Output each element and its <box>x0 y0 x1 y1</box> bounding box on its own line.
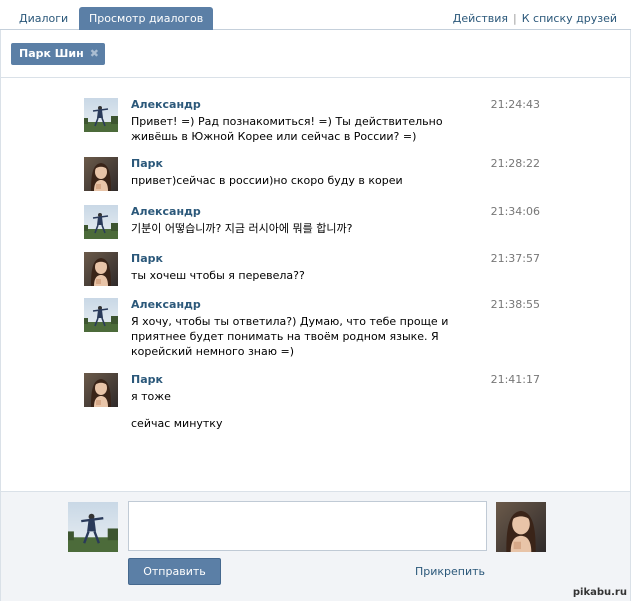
top-links: Действия | К списку друзей <box>453 12 617 25</box>
woman-avatar[interactable] <box>84 373 118 407</box>
watermark: pikabu.ru <box>572 587 627 598</box>
message-item: Парк 21:41:17 я тоже сейчас минутку <box>84 373 544 435</box>
tab-bar: Диалоги Просмотр диалогов Действия | К спи… <box>0 0 631 30</box>
recipient-avatar[interactable] <box>496 502 546 552</box>
message-author[interactable]: Александр <box>131 298 201 311</box>
recipient-chip-label: Парк Шин <box>19 47 84 60</box>
woman-avatar[interactable] <box>84 157 118 191</box>
message-author[interactable]: Парк <box>131 252 163 265</box>
message-time: 21:37:57 <box>490 252 540 265</box>
man-avatar[interactable] <box>84 98 118 132</box>
message-item: Александр 21:38:55 Я хочу, чтобы ты отве… <box>84 298 544 358</box>
message-time: 21:24:43 <box>490 98 540 111</box>
recipient-chip[interactable]: Парк Шин ✖ <box>11 43 105 65</box>
message-time: 21:34:06 <box>490 205 540 218</box>
actions-link[interactable]: Действия <box>453 12 508 25</box>
message-text: сейчас минутку <box>131 417 223 430</box>
message-item: Парк 21:37:57 ты хочеш чтобы я перевела?… <box>84 252 544 286</box>
message-time: 21:28:22 <box>490 157 540 170</box>
tab-view-dialogs[interactable]: Просмотр диалогов <box>79 7 214 30</box>
message-text: я тоже <box>131 390 171 403</box>
message-author[interactable]: Александр <box>131 98 201 111</box>
man-avatar[interactable] <box>84 298 118 332</box>
woman-avatar[interactable] <box>84 252 118 286</box>
message-time: 21:38:55 <box>490 298 540 311</box>
message-item: Александр 21:24:43 Привет! =) Рад познак… <box>84 98 544 143</box>
message-author[interactable]: Парк <box>131 373 163 386</box>
man-avatar[interactable] <box>84 205 118 239</box>
message-text: Привет! =) Рад познакомиться! =) Ты дейс… <box>131 115 443 143</box>
message-author[interactable]: Парк <box>131 157 163 170</box>
message-text: Я хочу, чтобы ты ответила?) Думаю, что т… <box>131 315 449 358</box>
message-author[interactable]: Александр <box>131 205 201 218</box>
tab-dialogs[interactable]: Диалоги <box>10 7 77 30</box>
compose-area: Отправить Прикрепить <box>1 491 630 601</box>
message-time: 21:41:17 <box>490 373 540 386</box>
friends-list-link[interactable]: К списку друзей <box>522 12 617 25</box>
message-text: ты хочеш чтобы я перевела?? <box>131 269 305 282</box>
link-separator: | <box>513 12 517 25</box>
message-text: 기분이 어떻습니까? 지금 러시아에 뭐를 합니까? <box>131 222 353 235</box>
message-item: Александр 21:34:06 기분이 어떻습니까? 지금 러시아에 뭐를… <box>84 205 544 239</box>
send-button[interactable]: Отправить <box>128 558 221 585</box>
attach-link[interactable]: Прикрепить <box>415 565 485 578</box>
close-icon[interactable]: ✖ <box>90 43 99 65</box>
my-avatar[interactable] <box>68 502 118 552</box>
message-item: Парк 21:28:22 привет)сейчас в россии)но … <box>84 157 544 191</box>
message-text: привет)сейчас в россии)но скоро буду в к… <box>131 174 403 187</box>
divider <box>0 77 631 78</box>
message-input[interactable] <box>128 501 487 551</box>
